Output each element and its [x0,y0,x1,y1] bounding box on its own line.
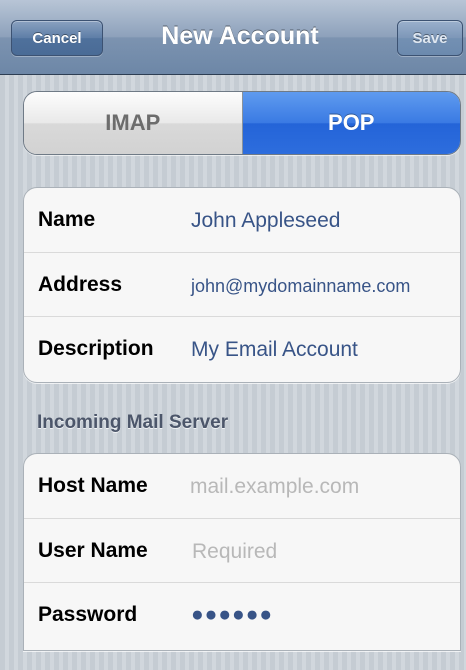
description-row[interactable]: Description My Email Account [24,316,460,380]
segment-pop[interactable]: POP [242,92,460,154]
account-type-segmented-control: IMAP POP [23,91,461,155]
incoming-mail-server-header: Incoming Mail Server [37,412,229,433]
name-row[interactable]: Name John Appleseed [24,188,460,252]
host-name-row[interactable]: Host Name mail.example.com [24,454,460,518]
description-field[interactable]: My Email Account [191,338,358,362]
host-name-label: Host Name [38,474,148,497]
user-name-label: User Name [38,539,148,562]
account-info-group: Name John Appleseed Address john@mydomai… [23,187,461,383]
navigation-bar: Cancel New Account Save [0,0,466,75]
cancel-button[interactable]: Cancel [11,20,103,56]
user-name-row[interactable]: User Name Required [24,518,460,582]
save-button[interactable]: Save [397,20,463,56]
description-label: Description [38,337,154,360]
password-row[interactable]: Password ●●●●●● [24,582,460,646]
address-field[interactable]: john@mydomainname.com [191,276,410,297]
password-label: Password [38,603,138,626]
segment-imap[interactable]: IMAP [24,92,243,154]
page-title: New Account [161,22,319,50]
address-label: Address [38,273,123,296]
name-label: Name [38,208,96,231]
incoming-server-group: Host Name mail.example.com User Name Req… [23,453,461,651]
password-field[interactable]: ●●●●●● [191,603,273,627]
address-row[interactable]: Address john@mydomainname.com [24,252,460,316]
name-field[interactable]: John Appleseed [191,209,340,233]
user-name-field[interactable]: Required [192,540,277,564]
host-name-field[interactable]: mail.example.com [190,475,359,499]
